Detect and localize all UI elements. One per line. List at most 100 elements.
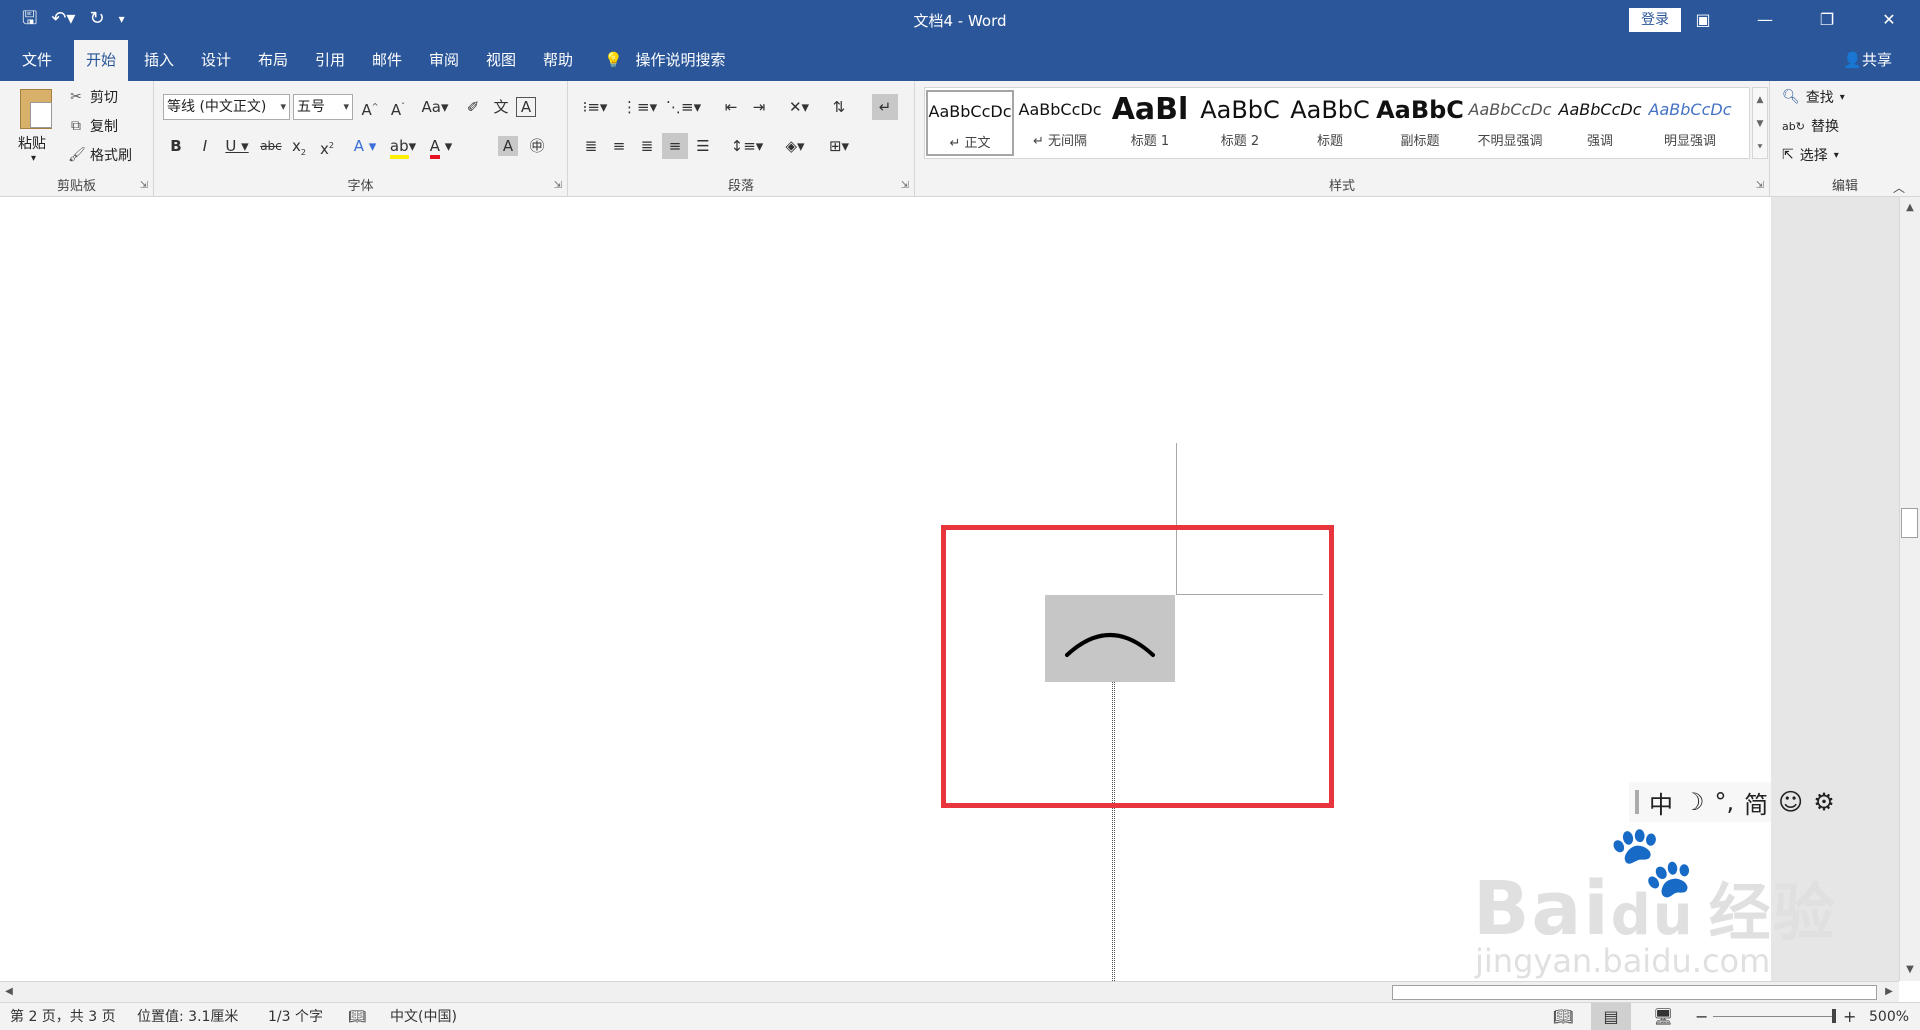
punctuation-icon[interactable]: °, bbox=[1715, 788, 1735, 816]
shrink-font-icon[interactable]: Aˇ bbox=[385, 94, 411, 120]
tab-design[interactable]: 设计 bbox=[189, 40, 243, 81]
chinese-layout-icon[interactable]: ✕▾ bbox=[782, 94, 816, 120]
line-spacing-icon[interactable]: ↕≡▾ bbox=[730, 133, 764, 159]
select-dropdown-icon[interactable]: ▾ bbox=[1834, 150, 1839, 161]
web-layout-icon[interactable]: 🖥︎ bbox=[1653, 1003, 1673, 1030]
multilevel-list-icon[interactable]: ⋱≡▾ bbox=[666, 94, 701, 120]
scroll-down-icon[interactable]: ▼ bbox=[1753, 112, 1767, 136]
cut-button[interactable]: ✂ 剪切 bbox=[68, 87, 118, 107]
italic-icon[interactable]: I bbox=[192, 133, 218, 159]
tab-layout[interactable]: 布局 bbox=[246, 40, 300, 81]
copy-button[interactable]: ⧉ 复制 bbox=[68, 116, 118, 136]
tab-view[interactable]: 视图 bbox=[474, 40, 528, 81]
grow-font-icon[interactable]: A^ bbox=[357, 94, 383, 120]
horizontal-scroll-thumb[interactable] bbox=[1392, 985, 1877, 1000]
numbering-icon[interactable]: ⋮≡▾ bbox=[622, 94, 657, 120]
sort-icon[interactable]: ⇅ bbox=[826, 94, 852, 120]
character-shading-icon[interactable]: A bbox=[498, 136, 518, 156]
proofing-icon[interactable]: 📖︎ bbox=[348, 1003, 366, 1030]
character-border-icon[interactable]: A bbox=[516, 97, 536, 117]
style-heading-2[interactable]: AaBbC 标题 2 bbox=[1196, 90, 1284, 156]
page-count[interactable]: 第 2 页，共 3 页 bbox=[10, 1003, 116, 1030]
align-center-icon[interactable]: ≡ bbox=[606, 133, 632, 159]
superscript-icon[interactable]: x2 bbox=[314, 133, 340, 159]
tab-references[interactable]: 引用 bbox=[303, 40, 357, 81]
minimize-icon[interactable]: — bbox=[1734, 0, 1796, 40]
bold-icon[interactable]: B bbox=[163, 133, 189, 159]
collapse-ribbon-icon[interactable]: ︿ bbox=[1893, 179, 1905, 196]
bullets-icon[interactable]: ⁝≡▾ bbox=[578, 94, 612, 120]
close-icon[interactable]: ✕ bbox=[1858, 0, 1920, 40]
tab-help[interactable]: 帮助 bbox=[531, 40, 585, 81]
scroll-up-icon[interactable]: ▲ bbox=[1753, 88, 1767, 112]
clipboard-launcher-icon[interactable]: ⇲ bbox=[140, 180, 148, 191]
font-size-select[interactable]: 五号 bbox=[293, 94, 353, 120]
strikethrough-icon[interactable]: abc bbox=[258, 133, 284, 159]
font-name-select[interactable]: 等线 (中文正文) bbox=[163, 94, 290, 120]
align-right-icon[interactable]: ≣ bbox=[634, 133, 660, 159]
style-heading-1[interactable]: AaBl 标题 1 bbox=[1106, 90, 1194, 156]
read-mode-icon[interactable]: 📖︎ bbox=[1553, 1003, 1573, 1030]
change-case-icon[interactable]: Aa▾ bbox=[417, 94, 453, 120]
moon-icon[interactable]: ☽ bbox=[1683, 788, 1705, 816]
format-painter-button[interactable]: 🖌 格式刷 bbox=[68, 145, 132, 165]
zoom-in-button[interactable]: + bbox=[1843, 1003, 1856, 1030]
zoom-slider-thumb[interactable] bbox=[1832, 1009, 1836, 1023]
paste-dropdown-icon[interactable]: ▾ bbox=[31, 153, 36, 164]
tab-insert[interactable]: 插入 bbox=[132, 40, 186, 81]
ime-chinese-mode[interactable]: 中 bbox=[1649, 785, 1673, 820]
tab-home[interactable]: 开始 bbox=[74, 40, 129, 81]
styles-launcher-icon[interactable]: ⇲ bbox=[1756, 180, 1764, 191]
zoom-out-button[interactable]: − bbox=[1695, 1003, 1708, 1030]
style-subtle-emphasis[interactable]: AaBbCcDc 不明显强调 bbox=[1466, 90, 1554, 156]
tab-mailings[interactable]: 邮件 bbox=[360, 40, 414, 81]
vertical-scrollbar[interactable] bbox=[1899, 197, 1920, 981]
decrease-indent-icon[interactable]: ⇤ bbox=[718, 94, 744, 120]
find-button[interactable]: 🔍︎ 查找 ▾ bbox=[1782, 87, 1845, 107]
style-intense-emphasis[interactable]: AaBbCcDc 明显强调 bbox=[1646, 90, 1734, 156]
ime-simplified-mode[interactable]: 简 bbox=[1744, 785, 1768, 820]
paste-button[interactable]: 粘贴 bbox=[18, 133, 46, 153]
show-marks-icon[interactable]: ↵ bbox=[872, 94, 898, 120]
emoji-icon[interactable]: ☺ bbox=[1778, 788, 1803, 816]
vertical-scroll-thumb[interactable] bbox=[1901, 508, 1918, 538]
tab-file[interactable]: 文件 bbox=[10, 40, 64, 81]
replace-button[interactable]: ab↻ 替换 bbox=[1782, 116, 1839, 136]
style-emphasis[interactable]: AaBbCcDc 强调 bbox=[1556, 90, 1644, 156]
underline-icon[interactable]: U ▾ bbox=[220, 133, 254, 159]
tell-me-search[interactable]: 💡 操作说明搜索 bbox=[604, 40, 725, 81]
justify-icon[interactable]: ≡ bbox=[662, 133, 688, 159]
scroll-right-arrow-icon[interactable]: ▶ bbox=[1882, 984, 1896, 1000]
zoom-slider[interactable] bbox=[1713, 1016, 1833, 1017]
print-layout-icon[interactable]: ▤ bbox=[1591, 1003, 1631, 1030]
scroll-down-arrow-icon[interactable]: ▼ bbox=[1900, 962, 1920, 978]
subscript-icon[interactable]: x2 bbox=[286, 133, 312, 159]
increase-indent-icon[interactable]: ⇥ bbox=[746, 94, 772, 120]
ime-drag-handle[interactable] bbox=[1635, 790, 1639, 814]
style-subtitle[interactable]: AaBbC 副标题 bbox=[1376, 90, 1464, 156]
style-title[interactable]: AaBbC 标题 bbox=[1286, 90, 1374, 156]
phonetic-guide-icon[interactable]: 文 bbox=[488, 94, 514, 120]
font-color-icon[interactable]: A ▾ bbox=[424, 133, 458, 159]
share-button[interactable]: 👤共享 bbox=[1843, 40, 1892, 81]
restore-icon[interactable]: ❐ bbox=[1796, 0, 1858, 40]
text-effects-icon[interactable]: A ▾ bbox=[348, 133, 382, 159]
borders-icon[interactable]: ⊞▾ bbox=[822, 133, 856, 159]
scroll-left-arrow-icon[interactable]: ◀ bbox=[2, 984, 16, 1000]
paragraph-launcher-icon[interactable]: ⇲ bbox=[901, 180, 909, 191]
ribbon-display-icon[interactable]: ▣ bbox=[1672, 0, 1734, 40]
style-no-spacing[interactable]: AaBbCcDc ↵ 无间隔 bbox=[1016, 90, 1104, 156]
gear-icon[interactable]: ⚙ bbox=[1813, 788, 1835, 816]
select-button[interactable]: ⇱ 选择 ▾ bbox=[1782, 145, 1839, 165]
paste-icon[interactable] bbox=[20, 89, 52, 129]
enclose-characters-icon[interactable]: ㊥ bbox=[524, 133, 550, 159]
find-dropdown-icon[interactable]: ▾ bbox=[1840, 92, 1845, 103]
align-left-icon[interactable]: ≣ bbox=[578, 133, 604, 159]
more-styles-icon[interactable]: ⯆ bbox=[1753, 136, 1767, 160]
style-normal[interactable]: AaBbCcDc ↵ 正文 bbox=[926, 90, 1014, 156]
zoom-level[interactable]: 500% bbox=[1869, 1003, 1909, 1030]
highlight-icon[interactable]: ab▾ bbox=[386, 133, 420, 159]
shading-icon[interactable]: ◈▾ bbox=[778, 133, 812, 159]
style-gallery-scroll[interactable]: ▲ ▼ ⯆ bbox=[1752, 87, 1768, 159]
scroll-up-arrow-icon[interactable]: ▲ bbox=[1900, 200, 1920, 216]
